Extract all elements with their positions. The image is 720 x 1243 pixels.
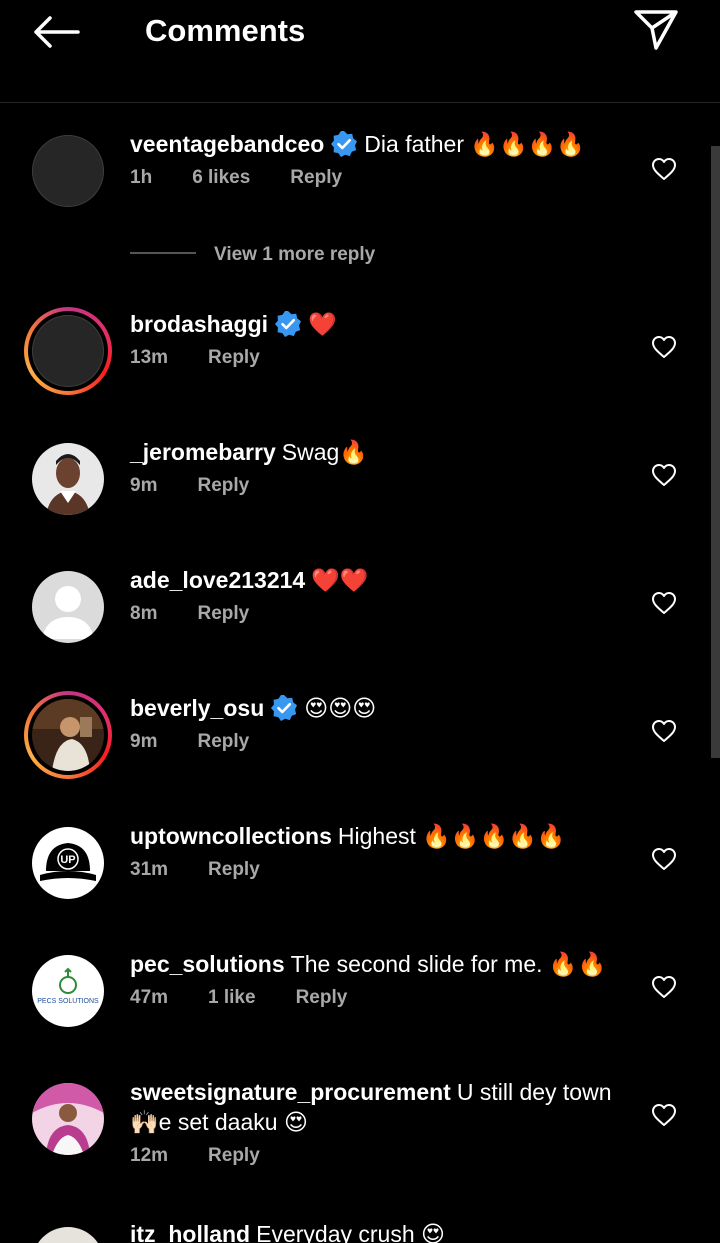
verified-badge-icon: [271, 695, 298, 721]
reply-button[interactable]: Reply: [290, 167, 342, 189]
page-title: Comments: [145, 13, 306, 48]
logo-text: UP: [60, 854, 75, 866]
comment-item: veentagebandceo Dia father 🔥🔥🔥🔥 1h 6 likes…: [0, 125, 710, 235]
comment-time: 8m: [130, 603, 158, 624]
comment-text: ❤️❤️: [311, 567, 369, 593]
comment-text: Dia father 🔥🔥🔥🔥: [364, 131, 585, 157]
comment-username[interactable]: pec_solutions: [130, 951, 285, 977]
scrollbar[interactable]: [711, 146, 720, 758]
comment-time: 31m: [130, 859, 169, 880]
avatar[interactable]: [32, 135, 104, 207]
reply-button[interactable]: Reply: [197, 731, 249, 753]
comment-username[interactable]: brodashaggi: [130, 311, 268, 337]
reply-button[interactable]: Reply: [197, 603, 249, 625]
view-more-label: View 1 more reply: [214, 244, 376, 265]
verified-badge-icon: [275, 311, 302, 337]
back-button[interactable]: [30, 12, 82, 52]
heart-icon[interactable]: [651, 157, 677, 181]
avatar[interactable]: PECS SOLUTIONS: [32, 955, 104, 1027]
comment-time: 1h: [130, 167, 153, 188]
divider: [130, 252, 196, 254]
comment-time: 12m: [130, 1145, 169, 1166]
comment-item: brodashaggi ❤️ 13m Reply: [0, 305, 710, 405]
comment-username[interactable]: uptowncollections: [130, 823, 332, 849]
like-count[interactable]: 1 like: [208, 987, 256, 1009]
heart-icon[interactable]: [651, 847, 677, 871]
comment-username[interactable]: itz_holland: [130, 1221, 250, 1243]
avatar[interactable]: [24, 307, 112, 395]
comment-username[interactable]: _jeromebarry: [130, 439, 276, 465]
heart-icon[interactable]: [651, 1103, 677, 1127]
comment-text: Everyday crush 😍: [256, 1221, 445, 1243]
profile-photo: [32, 1227, 104, 1243]
brand-logo: PECS SOLUTIONS: [32, 955, 104, 1027]
arrow-left-icon: [34, 16, 80, 48]
comment-text: Highest 🔥🔥🔥🔥🔥: [337, 823, 566, 849]
verified-badge-icon: [331, 131, 358, 157]
reply-button[interactable]: Reply: [208, 1145, 260, 1167]
comment-time: 47m: [130, 987, 169, 1008]
avatar[interactable]: [32, 1227, 104, 1243]
comment-username[interactable]: veentagebandceo: [130, 131, 324, 157]
comment-item: ade_love213214 ❤️❤️ 8m Reply: [0, 561, 710, 661]
comment-item: sweetsignature_procurement U still dey to…: [0, 1073, 710, 1183]
comment-item: UP uptowncollections Highest 🔥🔥🔥🔥🔥 31m Rep…: [0, 817, 710, 917]
comment-username[interactable]: beverly_osu: [130, 695, 264, 721]
profile-photo: [32, 699, 104, 771]
view-more-replies[interactable]: View 1 more reply: [130, 244, 375, 274]
avatar[interactable]: [32, 443, 104, 515]
comment-username[interactable]: sweetsignature_procurement: [130, 1079, 451, 1105]
comment-item: PECS SOLUTIONS pec_solutions The second s…: [0, 945, 710, 1045]
like-count[interactable]: 6 likes: [192, 167, 250, 189]
profile-photo: [32, 1083, 104, 1155]
comment-item: itz_holland Everyday crush 😍: [0, 1215, 710, 1243]
profile-photo: [32, 443, 104, 515]
avatar[interactable]: [32, 1083, 104, 1155]
heart-icon[interactable]: [651, 463, 677, 487]
comment-time: 13m: [130, 347, 169, 368]
reply-button[interactable]: Reply: [208, 859, 260, 881]
heart-icon[interactable]: [651, 591, 677, 615]
reply-button[interactable]: Reply: [208, 347, 260, 369]
avatar[interactable]: [24, 691, 112, 779]
paper-plane-icon: [634, 10, 678, 50]
comment-item: _jeromebarry Swag🔥 9m Reply: [0, 433, 710, 533]
reply-button[interactable]: Reply: [197, 475, 249, 497]
comment-item: beverly_osu 😍😍😍 9m Reply: [0, 689, 710, 789]
top-bar: Comments: [0, 0, 720, 103]
default-avatar-icon: [32, 571, 104, 643]
avatar[interactable]: [32, 571, 104, 643]
logo-text: PECS SOLUTIONS: [37, 998, 99, 1005]
comment-text: The second slide for me. 🔥🔥: [290, 951, 607, 977]
comment-username[interactable]: ade_love213214: [130, 567, 305, 593]
comment-time: 9m: [130, 475, 158, 496]
comment-time: 9m: [130, 731, 158, 752]
heart-icon[interactable]: [651, 335, 677, 359]
heart-icon[interactable]: [651, 975, 677, 999]
comment-text: Swag🔥: [281, 439, 368, 465]
brand-logo: UP: [32, 827, 104, 899]
heart-icon[interactable]: [651, 719, 677, 743]
avatar[interactable]: UP: [32, 827, 104, 899]
comment-text: 😍😍😍: [304, 695, 377, 721]
reply-button[interactable]: Reply: [296, 987, 348, 1009]
share-button[interactable]: [632, 8, 680, 52]
comment-text: ❤️: [308, 311, 337, 337]
